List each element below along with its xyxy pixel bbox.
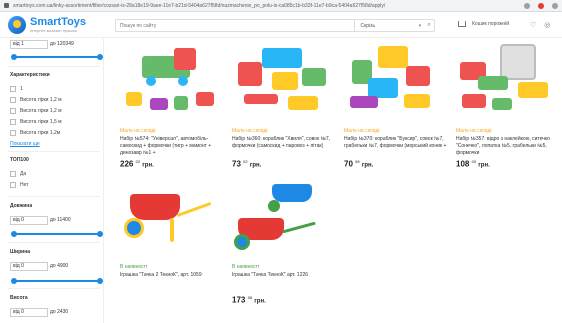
- user-icon[interactable]: ◎: [544, 21, 550, 29]
- length-slider[interactable]: [11, 231, 103, 237]
- product-card[interactable]: Мало на складі Набір №574: "Універсал", …: [120, 42, 225, 169]
- cart-icon: [458, 21, 466, 27]
- logo-subtitle: інтернет-магазин іграшок: [30, 28, 77, 33]
- char-option[interactable]: Висота гірки 1,2 м: [10, 97, 62, 103]
- product-image[interactable]: [120, 178, 220, 258]
- price-slider-min-handle[interactable]: [11, 54, 17, 60]
- price-slider-max-handle[interactable]: [97, 54, 103, 60]
- top100-title: ТОП100: [10, 157, 29, 163]
- search-icon: ⌕: [427, 22, 431, 28]
- height-to-input[interactable]: до 2430: [50, 308, 88, 317]
- logo-name: SmartToys: [30, 16, 87, 28]
- product-name[interactable]: Набір №360: кораблик "Хвиля", совок №7, …: [232, 136, 337, 157]
- stock-status: Мало на складі: [344, 128, 380, 134]
- price-from-input[interactable]: від 1: [10, 40, 48, 49]
- width-title: Ширина: [10, 249, 31, 255]
- search-category-select[interactable]: Скрізь ▾: [354, 20, 424, 31]
- product-image[interactable]: [232, 178, 332, 258]
- product-name[interactable]: Набір №574: "Універсал", автомобіль-само…: [120, 136, 225, 157]
- stock-status: Мало на складі: [232, 128, 268, 134]
- checkbox[interactable]: [10, 97, 16, 103]
- cart-button[interactable]: Кошик порожній: [458, 21, 509, 27]
- price-to-input[interactable]: до 120349: [50, 40, 88, 49]
- stock-status: В наявності: [120, 264, 148, 270]
- product-name[interactable]: Набір №370: кораблик "Буксир", совок №7,…: [344, 136, 449, 157]
- product-name[interactable]: Набір №357: відро з наклейкою, ситечко "…: [456, 136, 561, 157]
- search-button[interactable]: ⌕: [424, 20, 434, 31]
- width-slider-min-handle[interactable]: [11, 278, 17, 284]
- checkbox[interactable]: [10, 108, 16, 114]
- length-title: Довжина: [10, 203, 33, 209]
- product-image[interactable]: [232, 42, 332, 122]
- filters-sidebar: від 1 до 120349 Характеристики 1 Висота …: [0, 38, 104, 323]
- product-price: 73 02 грн.: [232, 159, 262, 169]
- char-option[interactable]: Висота гірки 1,2м: [10, 130, 60, 136]
- product-name[interactable]: Іграшка "Тачка ТекноК" арт. 1226: [232, 272, 337, 293]
- heart-icon[interactable]: ♡: [530, 21, 536, 29]
- checkbox[interactable]: [10, 86, 16, 92]
- width-from-input[interactable]: від 0: [10, 262, 48, 271]
- stock-status: Мало на складі: [456, 128, 492, 134]
- product-price: 108 00 грн.: [456, 159, 490, 169]
- search-category-label: Скрізь: [360, 22, 376, 29]
- product-card[interactable]: В наявності Іграшка "Тачка ТекноК" арт. …: [232, 178, 337, 305]
- product-card[interactable]: Мало на складі Набір №370: кораблик "Бук…: [344, 42, 449, 169]
- product-name[interactable]: Іграшка "Тачка 2 ТекноК", арт. 1059: [120, 272, 225, 293]
- width-slider[interactable]: [11, 278, 103, 284]
- height-from-input[interactable]: від 0: [10, 308, 48, 317]
- length-slider-max-handle[interactable]: [97, 231, 103, 237]
- browser-actions: [524, 2, 558, 9]
- top100-option-yes[interactable]: Да: [10, 171, 26, 177]
- length-slider-min-handle[interactable]: [11, 231, 17, 237]
- char-option[interactable]: 1: [10, 86, 23, 92]
- search-bar: Скрізь ▾ ⌕: [115, 19, 435, 32]
- length-to-input[interactable]: до 11400: [50, 216, 88, 225]
- height-title: Висота: [10, 295, 28, 301]
- logo-icon: [8, 16, 26, 34]
- url-text[interactable]: smarttoys.com.ua/linky-assortiment/filte…: [13, 3, 433, 9]
- search-input[interactable]: [116, 22, 355, 29]
- checkbox[interactable]: [10, 171, 16, 177]
- site-header: SmartToys інтернет-магазин іграшок Скріз…: [0, 12, 562, 38]
- price-range: від 1 до 120349: [10, 40, 88, 49]
- product-card[interactable]: Мало на складі Набір №360: кораблик "Хви…: [232, 42, 337, 169]
- product-price: 226 02 грн.: [120, 159, 154, 169]
- checkbox[interactable]: [10, 182, 16, 188]
- product-image[interactable]: [120, 42, 220, 122]
- characteristics-title: Характеристики: [10, 72, 50, 78]
- checkbox[interactable]: [10, 119, 16, 125]
- extension-icon[interactable]: [538, 2, 544, 9]
- width-to-input[interactable]: до 4900: [50, 262, 88, 271]
- browser-address-bar[interactable]: smarttoys.com.ua/linky-assortiment/filte…: [0, 0, 562, 12]
- product-image[interactable]: [344, 42, 444, 122]
- profile-icon[interactable]: [552, 2, 558, 9]
- bookmark-icon[interactable]: [524, 2, 530, 9]
- cart-label: Кошик порожній: [472, 21, 510, 27]
- top100-option-no[interactable]: Нет: [10, 182, 29, 188]
- logo[interactable]: SmartToys інтернет-магазин іграшок: [8, 16, 86, 34]
- product-price: 173 58 грн.: [232, 295, 266, 305]
- length-range: від 0 до 11400: [10, 216, 88, 225]
- char-option[interactable]: Висота гірки 1,2 м: [10, 108, 62, 114]
- width-slider-max-handle[interactable]: [97, 278, 103, 284]
- product-card[interactable]: В наявності Іграшка "Тачка 2 ТекноК", ар…: [120, 178, 225, 293]
- char-option[interactable]: Висота гірки 1,5 м: [10, 119, 62, 125]
- price-slider[interactable]: [11, 54, 103, 60]
- show-more-link[interactable]: Показати ще: [10, 141, 40, 147]
- height-range: від 0 до 2430: [10, 308, 88, 317]
- product-image[interactable]: [456, 42, 556, 122]
- lock-icon: [4, 3, 9, 8]
- length-from-input[interactable]: від 0: [10, 216, 48, 225]
- stock-status: В наявності: [232, 264, 260, 270]
- product-price: 70 98 грн.: [344, 159, 374, 169]
- product-card[interactable]: Мало на складі Набір №357: відро з накле…: [456, 42, 561, 169]
- chevron-down-icon: ▾: [418, 22, 422, 29]
- stock-status: Мало на складі: [120, 128, 156, 134]
- checkbox[interactable]: [10, 130, 16, 136]
- width-range: від 0 до 4900: [10, 262, 88, 271]
